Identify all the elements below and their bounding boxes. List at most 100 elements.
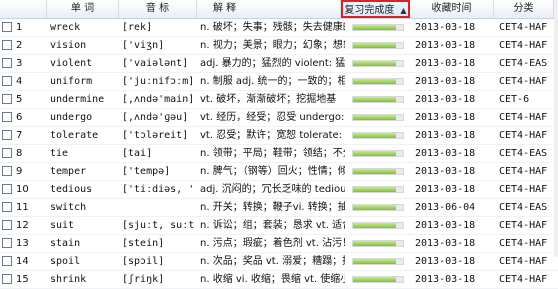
progress-bar-fill <box>353 79 396 84</box>
row-number: 6 <box>16 112 23 123</box>
phonetic-cell: [spɔil] <box>122 256 165 267</box>
progress-bar <box>352 150 404 157</box>
category-cell: CET4-HAF <box>499 112 548 123</box>
row-checkbox[interactable] <box>2 130 12 140</box>
table-row[interactable]: 13 stain [stein] n. 污点；瑕疵；着色剂 vt. 沾污！！ 2013-… <box>0 235 558 253</box>
header-category[interactable]: 分类 <box>494 0 554 18</box>
row-checkbox[interactable] <box>2 76 12 86</box>
phonetic-cell: ['vaiələnt] <box>122 58 189 69</box>
row-number: 14 <box>16 256 29 267</box>
progress-bar <box>352 78 404 85</box>
phonetic-cell: ['viʒn] <box>122 40 165 51</box>
table-row[interactable]: 3 violent ['vaiələnt] adj. 暴力的；猛烈的 violent:… <box>0 55 558 73</box>
progress-bar <box>352 276 404 283</box>
header-word[interactable]: 单 词 <box>47 0 119 18</box>
word-cell: vision <box>50 40 87 51</box>
progress-bar-fill <box>353 259 396 264</box>
header-date[interactable]: 收藏时间 <box>410 0 494 18</box>
header-meaning[interactable]: 解 释 <box>197 0 341 18</box>
row-checkbox[interactable] <box>2 238 12 248</box>
phonetic-cell: [,ʌndə'main] <box>122 94 195 105</box>
table-row[interactable]: 11 switch n. 开关；转换；鞭子vi. 转换；抽打 2013-06-04 CE… <box>0 199 558 217</box>
table-row[interactable]: 5 undermine [,ʌndə'main] vt. 破坏，渐渐破坏；挖掘地基 20… <box>0 91 558 109</box>
meaning-cell: adj. 暴力的；猛烈的 violent: 猛 <box>200 58 345 69</box>
category-cell: CET4-HAF <box>499 166 548 177</box>
date-cell: 2013-03-18 <box>415 184 476 195</box>
date-cell: 2013-03-18 <box>415 22 476 33</box>
table-row[interactable]: 15 shrink [ʃriŋk] n. 收缩 vi. 收缩；畏缩 vt. 使缩小 20… <box>0 271 558 289</box>
table-row[interactable]: 7 tolerate ['tɔləreit] vt. 忍受；默许；宽恕 tolerat… <box>0 127 558 145</box>
category-cell: CET4-EAS <box>499 148 548 159</box>
row-checkbox[interactable] <box>2 220 12 230</box>
phonetic-cell <box>119 199 197 216</box>
meaning-cell: n. 脾气；（钢等）回火；性情；倾向 <box>200 166 345 177</box>
row-checkbox[interactable] <box>2 274 12 284</box>
word-list-grid: 单 词 音 标 解 释 复习完成度 ▲ 收藏时间 分类 1 wreck [rek] n.… <box>0 0 558 289</box>
date-cell: 2013-03-18 <box>415 256 476 267</box>
row-checkbox[interactable] <box>2 256 12 266</box>
word-cell: uniform <box>50 76 93 87</box>
table-row[interactable]: 12 suit [sjuːt, suːt n. 诉讼；组；套装；恳求 vt. 适合 20… <box>0 217 558 235</box>
table-row[interactable]: 4 uniform ['juːnifɔːm] n. 制服 adj. 统一的；一致的；相… <box>0 73 558 91</box>
row-checkbox[interactable] <box>2 58 12 68</box>
table-row[interactable]: 6 undergo [,ʌndə'ɡəu] vt. 经历，经受；忍受 undergo:… <box>0 109 558 127</box>
row-checkbox[interactable] <box>2 40 12 50</box>
meaning-cell: n. 诉讼；组；套装；恳求 vt. 适合 <box>200 220 345 231</box>
table-row[interactable]: 14 spoil [spɔil] n. 次品；奖品 vt. 溺爱；糟蹋；掠 2013-0… <box>0 253 558 271</box>
table-row[interactable]: 10 tedious ['tiːdiəs, ' adj. 沉闷的；冗长乏味的 tedi… <box>0 181 558 199</box>
progress-bar <box>352 24 404 31</box>
category-cell: CET4-HAF <box>499 40 548 51</box>
table-row[interactable]: 1 wreck [rek] n. 破坏；失事；残骸；失去健康的人 2013-03-18 C… <box>0 19 558 37</box>
meaning-cell: adj. 沉闷的；冗长乏味的 tedious: <box>200 184 345 195</box>
meaning-cell: n. 视力；美景；眼力；幻象；想象力 <box>200 40 345 51</box>
row-checkbox[interactable] <box>2 184 12 194</box>
word-cell: undermine <box>50 94 105 105</box>
row-checkbox[interactable] <box>2 166 12 176</box>
progress-bar-fill <box>353 277 396 282</box>
meaning-cell: vt. 破坏，渐渐破坏；挖掘地基 <box>200 94 337 105</box>
header-phonetic[interactable]: 音 标 <box>119 0 197 18</box>
sort-ascending-icon: ▲ <box>400 6 407 15</box>
word-cell: stain <box>50 238 81 249</box>
column-header-row: 单 词 音 标 解 释 复习完成度 ▲ 收藏时间 分类 <box>0 0 558 19</box>
progress-bar <box>352 258 404 265</box>
word-cell: switch <box>50 202 87 213</box>
row-number: 12 <box>16 220 29 231</box>
word-cell: suit <box>50 220 75 231</box>
progress-bar-fill <box>353 187 396 192</box>
header-progress-sorted[interactable]: 复习完成度 ▲ <box>341 0 410 18</box>
row-checkbox[interactable] <box>2 112 12 122</box>
table-row[interactable]: 8 tie [tai] n. 领带；平局；鞋带；领结；不分胜 2013-03-18 CET… <box>0 145 558 163</box>
row-checkbox[interactable] <box>2 202 12 212</box>
progress-bar <box>352 114 404 121</box>
category-cell: CET4-HAF <box>499 76 548 87</box>
meaning-cell: n. 破坏；失事；残骸；失去健康的人 <box>200 22 345 33</box>
progress-bar <box>352 96 404 103</box>
row-checkbox[interactable] <box>2 148 12 158</box>
phonetic-cell: ['tɔləreit] <box>122 130 189 141</box>
word-rows: 1 wreck [rek] n. 破坏；失事；残骸；失去健康的人 2013-03-18 C… <box>0 19 558 289</box>
category-cell: CET4-HAF <box>499 130 548 141</box>
meaning-cell: n. 收缩 vi. 收缩；畏缩 vt. 使缩小 <box>200 274 345 285</box>
row-number: 7 <box>16 130 23 141</box>
row-checkbox[interactable] <box>2 22 12 32</box>
progress-bar <box>352 240 404 247</box>
row-checkbox[interactable] <box>2 94 12 104</box>
progress-bar <box>352 132 404 139</box>
table-row[interactable]: 2 vision ['viʒn] n. 视力；美景；眼力；幻象；想象力 2013-03-… <box>0 37 558 55</box>
date-cell: 2013-03-18 <box>415 220 476 231</box>
category-cell: CET4-HAF <box>499 184 548 195</box>
meaning-cell: n. 制服 adj. 统一的；一致的；相 <box>200 76 345 87</box>
word-cell: tie <box>50 148 69 159</box>
category-cell: CET4-HAF <box>499 238 548 249</box>
vertical-scrollbar[interactable] <box>554 0 558 257</box>
progress-bar-fill <box>353 43 396 48</box>
word-cell: temper <box>50 166 87 177</box>
category-cell: CET4-HAF <box>499 274 548 285</box>
phonetic-cell: [sjuːt, suːt <box>122 220 195 231</box>
phonetic-cell: [,ʌndə'ɡəu] <box>122 112 189 123</box>
category-cell: CET4-HAF <box>499 256 548 267</box>
progress-bar-fill <box>353 169 396 174</box>
progress-bar-fill <box>353 133 396 138</box>
table-row[interactable]: 9 temper ['tempə] n. 脾气；（钢等）回火；性情；倾向 2013-03… <box>0 163 558 181</box>
